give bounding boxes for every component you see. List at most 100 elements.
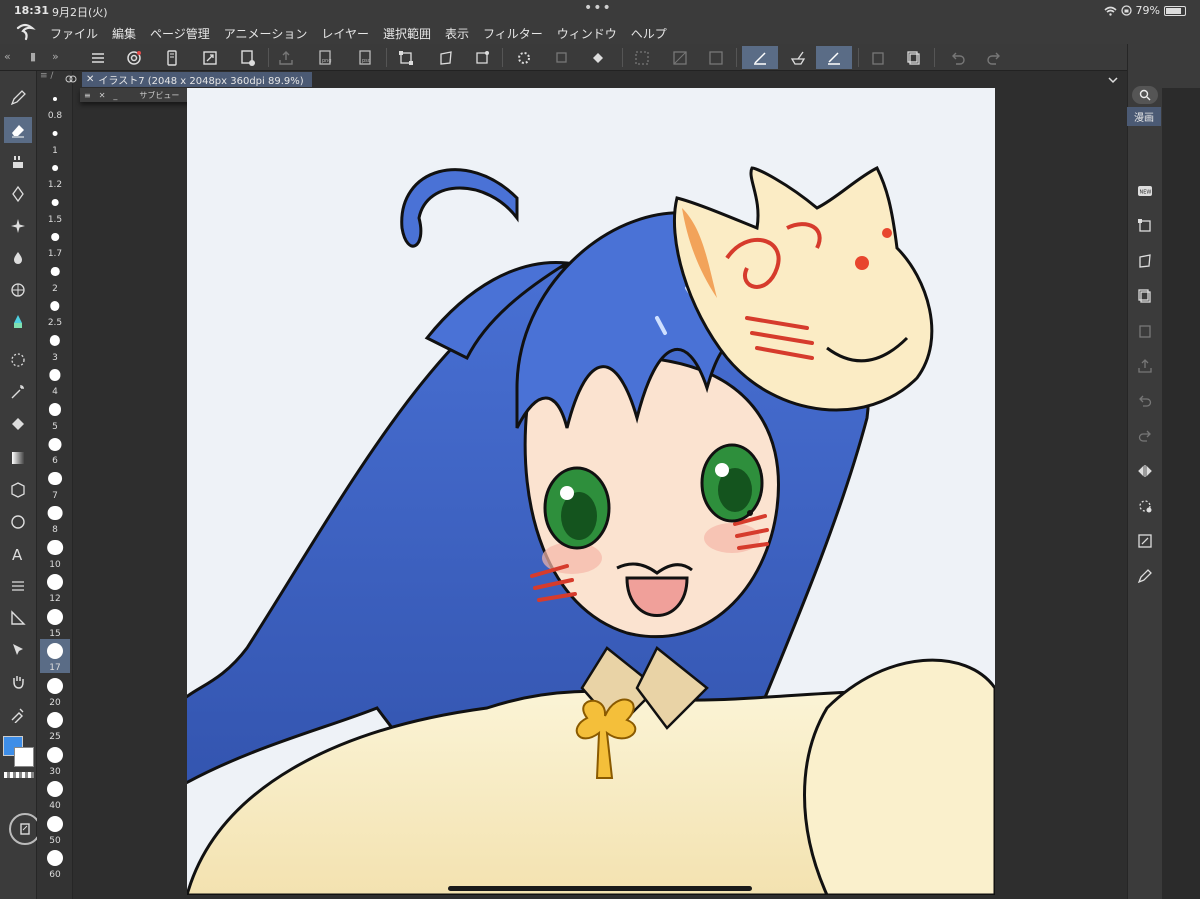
flip-horizontal-icon[interactable] [1132,459,1158,483]
panel-minimize-icon[interactable]: _ [113,91,117,100]
app-logo-icon[interactable] [14,22,36,42]
brush-size-60[interactable]: 60 [40,846,70,880]
decoration-tool-icon[interactable] [4,149,32,175]
export-icon[interactable] [270,46,302,69]
brush-size-8[interactable]: 8 [40,501,70,535]
collapse-left-icon[interactable]: « [4,50,11,63]
menu-help[interactable]: ヘルプ [631,25,667,42]
drawing-canvas[interactable] [187,88,995,895]
brush-size-6[interactable]: 6 [40,432,70,466]
brush-size-12[interactable]: 12 [40,570,70,604]
menu-selection[interactable]: 選択範囲 [383,25,431,42]
sub-color-swatch[interactable] [14,747,34,767]
undo-icon[interactable] [942,46,974,69]
redo-right-icon[interactable] [1132,424,1158,448]
brush-size-0-8[interactable]: 0.8 [40,87,70,121]
menu-icon[interactable] [82,46,114,69]
export-png-icon[interactable]: png [310,46,342,69]
blend-tool-icon[interactable] [4,245,32,271]
fit-canvas-icon[interactable] [194,46,226,69]
color-mix-icon[interactable] [4,309,32,335]
paste-icon[interactable] [862,46,894,69]
expand-left-icon[interactable]: » [52,50,59,63]
link-icon[interactable] [64,73,78,85]
brush-size-2[interactable]: 2 [40,260,70,294]
panel-handle-icon[interactable]: ≡ / [40,71,53,81]
copy-icon[interactable] [898,46,930,69]
redo-icon[interactable] [978,46,1010,69]
brush-size-15[interactable]: 15 [40,605,70,639]
menu-file[interactable]: ファイル [50,25,98,42]
menu-filter[interactable]: フィルター [483,25,543,42]
eraser-tool-icon[interactable] [4,117,32,143]
brush-size-5[interactable]: 5 [40,398,70,432]
chevron-down-icon[interactable] [1107,75,1119,85]
smartphone-icon[interactable] [156,46,188,69]
hand-tool-icon[interactable] [4,669,32,695]
pen-tool-icon[interactable] [4,85,32,111]
drag-handle-icon[interactable]: ▮ [30,50,36,63]
pen-right-icon[interactable] [1132,564,1158,588]
transform-icon[interactable] [390,46,422,69]
brush-size-17[interactable]: 17 [40,639,70,673]
menu-animation[interactable]: アニメーション [224,25,308,42]
menu-edit[interactable]: 編集 [112,25,136,42]
brush-size-20[interactable]: 20 [40,674,70,708]
menu-layer[interactable]: レイヤー [321,25,369,42]
brush-size-1-7[interactable]: 1.7 [40,225,70,259]
menu-view[interactable]: 表示 [445,25,469,42]
grid-tool-icon[interactable] [4,277,32,303]
brush-size-1-5[interactable]: 1.5 [40,191,70,225]
new-badge-icon[interactable]: NEW [1132,179,1158,203]
selection-border-icon[interactable] [700,46,732,69]
brush-size-1[interactable]: 1 [40,122,70,156]
reference-layer-icon[interactable] [742,46,778,69]
new-page-icon[interactable] [232,46,264,69]
brush-size-1-2[interactable]: 1.2 [40,156,70,190]
transform-right-icon[interactable] [1132,214,1158,238]
document-tab[interactable]: ✕ イラスト7 (2048 x 2048px 360dpi 89.9%) [82,72,312,87]
eyedropper-tool-icon[interactable] [4,701,32,727]
undo-right-icon[interactable] [1132,389,1158,413]
ruler-tool-icon[interactable] [4,605,32,631]
multitask-dots-icon[interactable]: ••• [584,0,612,16]
fill-tool-icon[interactable] [4,411,32,437]
brush-size-3[interactable]: 3 [40,329,70,363]
rotate-canvas-icon[interactable] [1132,494,1158,518]
transparent-color-swatch[interactable] [4,772,34,778]
sparkle-tool-icon[interactable] [4,213,32,239]
brush-size-40[interactable]: 40 [40,777,70,811]
export-psd-icon[interactable]: psd [350,46,382,69]
copy-right-icon[interactable] [1132,284,1158,308]
shape-tool-icon[interactable] [4,509,32,535]
text-tool-icon[interactable]: A [4,541,32,567]
operation-tool-icon[interactable] [4,637,32,663]
frame-tool-icon[interactable] [4,573,32,599]
layer-copy-icon[interactable] [546,46,578,69]
brush-size-2-5[interactable]: 2.5 [40,294,70,328]
invert-selection-icon[interactable] [664,46,696,69]
paste-right-icon[interactable] [1132,319,1158,343]
manga-tab[interactable]: 漫画 [1127,107,1161,126]
3d-tool-icon[interactable] [4,477,32,503]
clip-studio-icon[interactable] [118,46,150,69]
brush-setting-icon[interactable] [780,46,816,69]
selection-tool-icon[interactable] [4,347,32,373]
brush-size-25[interactable]: 25 [40,708,70,742]
fill-bucket-icon[interactable] [582,46,614,69]
free-transform-icon[interactable] [430,46,462,69]
clear-selection-icon[interactable] [626,46,658,69]
brush-size-30[interactable]: 30 [40,743,70,777]
panel-close-icon[interactable]: ✕ [99,91,106,100]
panel-menu-icon[interactable]: ≡ [84,91,91,100]
free-transform-right-icon[interactable] [1132,249,1158,273]
gradient-tool-icon[interactable] [4,445,32,471]
tab-close-icon[interactable]: ✕ [86,74,94,85]
brush-size-7[interactable]: 7 [40,467,70,501]
vector-pen-icon[interactable] [4,181,32,207]
draw-mode-icon[interactable] [816,46,852,69]
brush-size-4[interactable]: 4 [40,363,70,397]
export-right-icon[interactable] [1132,354,1158,378]
brush-size-10[interactable]: 10 [40,536,70,570]
loading-icon[interactable] [508,46,540,69]
